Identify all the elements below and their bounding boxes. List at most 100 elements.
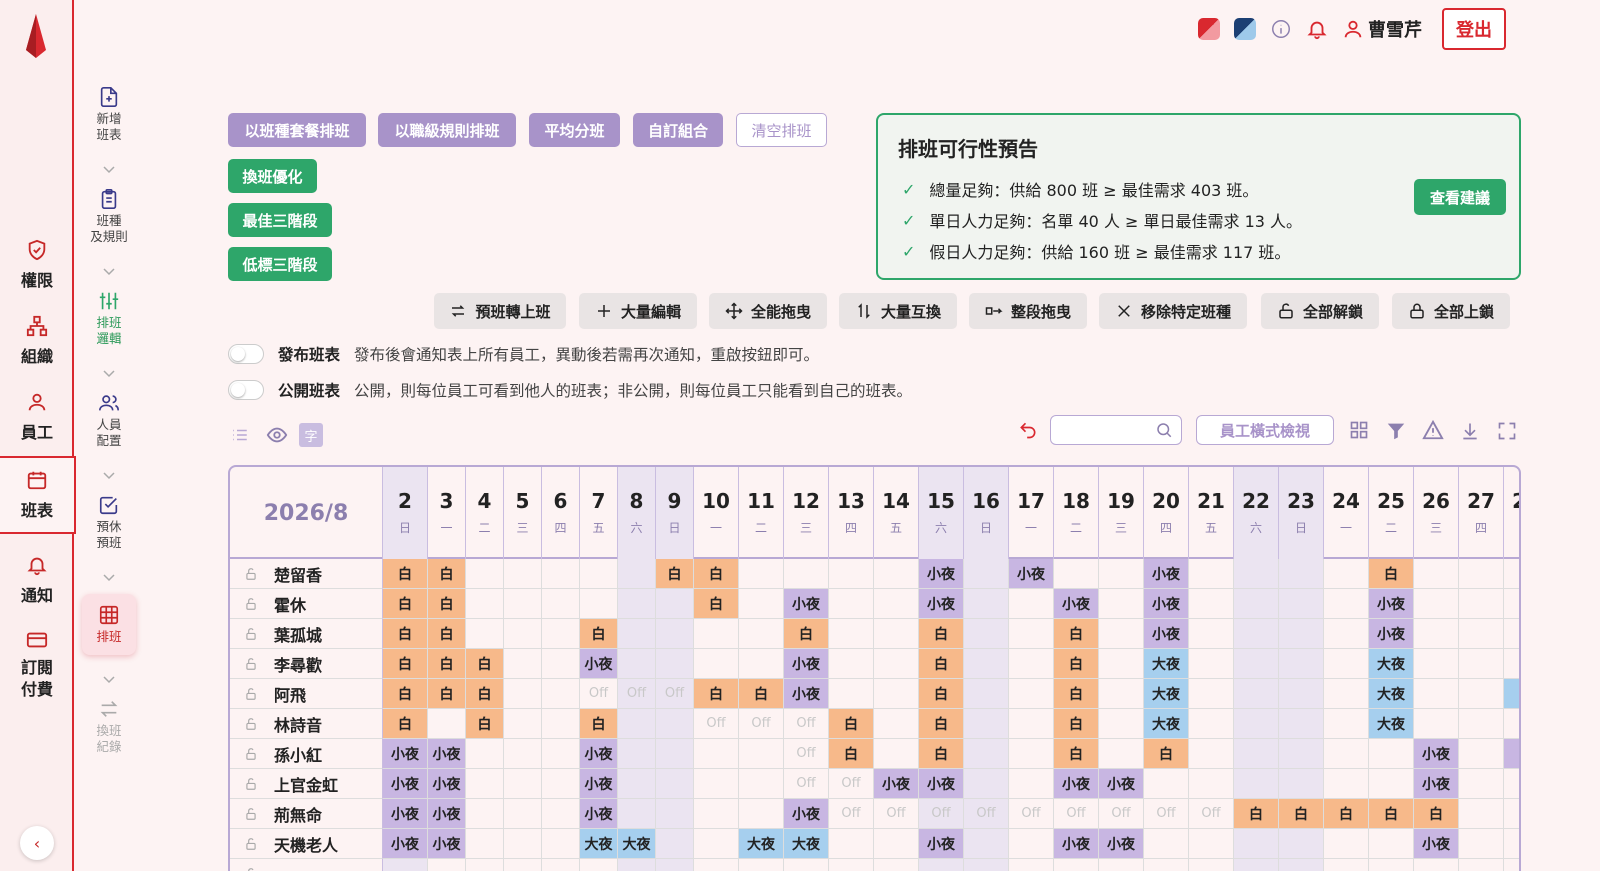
shift-cell[interactable] xyxy=(964,649,1009,679)
shift-cell[interactable] xyxy=(1189,829,1234,859)
shift-cell[interactable] xyxy=(1009,739,1054,769)
list-view-icon[interactable] xyxy=(228,423,252,447)
shift-cell[interactable] xyxy=(542,739,580,769)
view-suggestion-button[interactable]: 查看建議 xyxy=(1414,179,1506,215)
shift-cell[interactable]: 白 xyxy=(694,679,739,709)
shift-cell[interactable] xyxy=(1414,619,1459,649)
shift-cell[interactable]: 白 xyxy=(383,709,428,739)
shift-cell[interactable] xyxy=(1414,679,1459,709)
shift-cell[interactable]: 白 xyxy=(383,559,428,589)
shift-cell[interactable] xyxy=(1279,619,1324,649)
bulk-swap-button[interactable]: 大量互換 xyxy=(839,293,957,329)
shift-cell[interactable]: 白 xyxy=(428,559,466,589)
shift-cell[interactable] xyxy=(580,859,618,871)
shift-cell[interactable]: 白 xyxy=(466,649,504,679)
shift-cell[interactable] xyxy=(964,739,1009,769)
employee-name-cell[interactable] xyxy=(230,859,383,871)
shift-cell[interactable]: Off xyxy=(829,799,874,829)
shift-cell[interactable] xyxy=(1099,589,1144,619)
preshift-to-work-button[interactable]: 預班轉上班 xyxy=(434,293,566,329)
user-menu[interactable]: 曹雪芹 xyxy=(1342,16,1422,42)
shift-cell[interactable]: 白 xyxy=(383,649,428,679)
day-column-header[interactable]: 8六 xyxy=(618,467,656,559)
rail-item-permissions[interactable]: 權限 xyxy=(0,229,74,301)
shift-cell[interactable]: 小夜 xyxy=(383,799,428,829)
shift-cell[interactable]: 白 xyxy=(919,709,964,739)
shift-cell[interactable] xyxy=(964,859,1009,871)
shift-cell[interactable] xyxy=(964,679,1009,709)
shift-cell[interactable] xyxy=(919,859,964,871)
shift-cell[interactable] xyxy=(964,589,1009,619)
employee-name-cell[interactable]: 荊無命 xyxy=(230,799,383,829)
rail-item-employees[interactable]: 員工 xyxy=(0,381,74,453)
shift-cell[interactable] xyxy=(1459,829,1504,859)
shift-cell[interactable]: 白 xyxy=(919,649,964,679)
shift-cell[interactable] xyxy=(1369,829,1414,859)
shift-cell[interactable] xyxy=(829,619,874,649)
shift-cell[interactable] xyxy=(1144,829,1189,859)
shift-cell[interactable] xyxy=(618,859,656,871)
even-split-button[interactable]: 平均分班 xyxy=(529,113,620,147)
shift-cell[interactable]: 小夜 xyxy=(919,559,964,589)
shift-cell[interactable]: 小夜 xyxy=(428,829,466,859)
shift-cell[interactable]: Off xyxy=(784,709,829,739)
shift-cell[interactable] xyxy=(466,859,504,871)
day-column-header[interactable]: 6四 xyxy=(542,467,580,559)
shift-cell[interactable] xyxy=(694,769,739,799)
shift-cell[interactable]: 小夜 xyxy=(1414,829,1459,859)
shift-cell[interactable] xyxy=(1324,739,1369,769)
shift-cell[interactable] xyxy=(1279,739,1324,769)
shift-cell[interactable] xyxy=(1279,649,1324,679)
shift-cell[interactable] xyxy=(1324,709,1369,739)
shift-cell[interactable]: 小夜 xyxy=(580,799,618,829)
shift-cell[interactable]: 小夜 xyxy=(1144,619,1189,649)
shift-cell[interactable] xyxy=(656,619,694,649)
shift-cell[interactable]: 白 xyxy=(919,739,964,769)
logout-button[interactable]: 登出 xyxy=(1442,8,1506,50)
shift-cell[interactable] xyxy=(1459,649,1504,679)
shift-cell[interactable] xyxy=(1414,559,1459,589)
shift-cell[interactable] xyxy=(1369,739,1414,769)
shift-cell[interactable]: 小夜 xyxy=(1144,559,1189,589)
shift-cell[interactable] xyxy=(1189,559,1234,589)
shift-cell[interactable] xyxy=(1189,649,1234,679)
shift-cell[interactable] xyxy=(1009,619,1054,649)
shift-cell[interactable]: 小夜 xyxy=(428,799,466,829)
day-column-header[interactable]: 9日 xyxy=(656,467,694,559)
shift-cell[interactable]: 白 xyxy=(428,619,466,649)
day-column-header[interactable]: 5三 xyxy=(504,467,542,559)
day-column-header[interactable]: 10 一 xyxy=(694,467,739,559)
shift-cell[interactable]: 小夜 xyxy=(1054,589,1099,619)
day-column-header[interactable]: 24 一 xyxy=(1324,467,1369,559)
shift-cell[interactable] xyxy=(656,769,694,799)
custom-combo-button[interactable]: 自訂組合 xyxy=(633,113,723,147)
step-schedule-logic[interactable]: 排班 邏輯 xyxy=(78,290,140,347)
day-column-header[interactable]: 19 三 xyxy=(1099,467,1144,559)
shift-cell[interactable] xyxy=(656,859,694,871)
shift-cell[interactable] xyxy=(784,859,829,871)
shift-cell[interactable] xyxy=(1009,649,1054,679)
shift-cell[interactable] xyxy=(1099,739,1144,769)
shift-cell[interactable] xyxy=(694,739,739,769)
shift-cell[interactable] xyxy=(1009,769,1054,799)
shift-cell[interactable] xyxy=(1189,709,1234,739)
shift-cell[interactable]: Off xyxy=(784,739,829,769)
shift-cell[interactable] xyxy=(466,619,504,649)
shift-cell[interactable]: 小夜 xyxy=(580,769,618,799)
shift-cell[interactable]: 白 xyxy=(383,679,428,709)
shift-cell[interactable] xyxy=(964,709,1009,739)
shift-cell[interactable]: 白 xyxy=(829,739,874,769)
shift-cell[interactable] xyxy=(1459,559,1504,589)
shift-cell[interactable]: 大 xyxy=(1504,679,1519,709)
segment-drag-button[interactable]: 整段拖曳 xyxy=(969,293,1087,329)
day-column-header[interactable]: 18 二 xyxy=(1054,467,1099,559)
employee-name-cell[interactable]: 楚留香 xyxy=(230,559,383,589)
shift-cell[interactable] xyxy=(542,799,580,829)
day-column-header[interactable]: 26 三 xyxy=(1414,467,1459,559)
filter-icon[interactable] xyxy=(1385,420,1407,442)
shift-cell[interactable]: Off xyxy=(1189,799,1234,829)
shift-cell[interactable] xyxy=(1414,589,1459,619)
shift-cell[interactable] xyxy=(1189,619,1234,649)
shift-cell[interactable]: Off xyxy=(1099,799,1144,829)
min-three-stage-button[interactable]: 低標三階段 xyxy=(228,247,332,281)
